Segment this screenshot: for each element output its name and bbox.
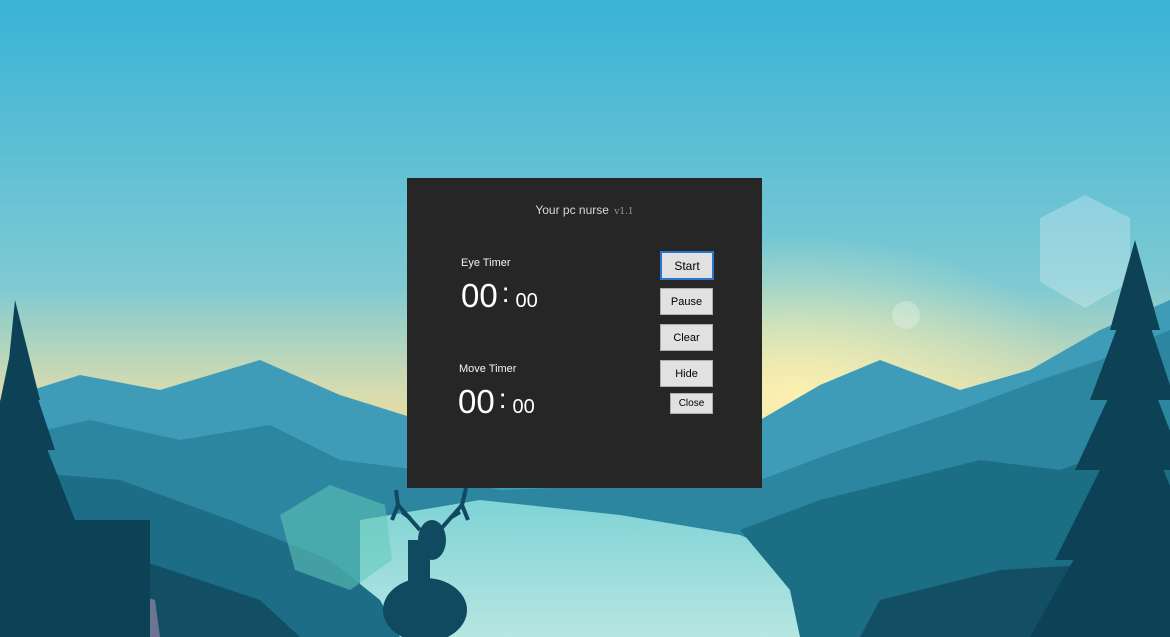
app-version: v1.1 xyxy=(614,207,634,217)
clear-button[interactable]: Clear xyxy=(660,324,713,351)
close-button[interactable]: Close xyxy=(670,393,713,414)
move-timer-separator: : xyxy=(498,383,507,414)
eye-timer-separator: : xyxy=(501,277,510,308)
pause-button[interactable]: Pause xyxy=(660,288,713,315)
app-title-text: Your pc nurse xyxy=(535,203,609,217)
start-button[interactable]: Start xyxy=(660,251,714,280)
move-timer-minutes: 00 xyxy=(458,383,495,420)
eye-timer-seconds: 00 xyxy=(515,290,538,312)
hide-button[interactable]: Hide xyxy=(660,360,713,387)
app-window: Your pc nurse v1.1 Eye Timer 00:00 Move … xyxy=(407,178,762,488)
move-timer-label: Move Timer xyxy=(459,363,517,375)
app-title: Your pc nurse v1.1 xyxy=(407,203,762,217)
move-timer-seconds: 00 xyxy=(512,396,535,418)
move-timer-display: 00:00 xyxy=(458,383,535,421)
eye-timer-minutes: 00 xyxy=(461,277,498,314)
eye-timer-label: Eye Timer xyxy=(461,257,511,269)
eye-timer-display: 00:00 xyxy=(461,277,538,315)
